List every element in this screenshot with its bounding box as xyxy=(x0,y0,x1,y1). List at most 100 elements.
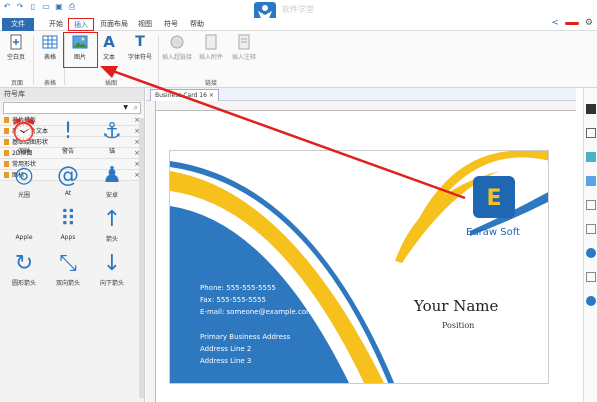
table-button[interactable]: 表格 xyxy=(38,34,62,61)
symbol-icon xyxy=(6,206,42,234)
hyperlink-button[interactable]: 插入超链接 xyxy=(160,34,194,61)
card-phone: Phone: 555-555-5555 xyxy=(200,284,276,292)
quick-access-toolbar: ↶ ↷ ▯ ▭ ▣ ⎙ xyxy=(2,2,77,12)
symbol-item[interactable]: ↓ 向下箭头 xyxy=(94,250,130,287)
help-icon[interactable] xyxy=(586,248,596,258)
symbol-label: 闹钟 xyxy=(17,148,30,155)
search-input[interactable]: ▼ ⌕ xyxy=(3,102,141,114)
symbol-label: 锚 xyxy=(108,148,115,155)
symbol-label: 安卓 xyxy=(105,192,118,199)
symbol-icon: ⤡ xyxy=(59,251,77,276)
chevron-down-icon[interactable]: ▼ xyxy=(123,104,128,111)
image-icon[interactable] xyxy=(586,176,596,186)
menu-view[interactable]: 视图 xyxy=(134,18,156,31)
font-symbol-button[interactable]: T 字体符号 xyxy=(126,34,154,61)
tab-business-card[interactable]: Business Card 16 × xyxy=(150,89,219,101)
card-position: Position xyxy=(442,321,475,330)
symbol-item[interactable]: ⏰ 闹钟 xyxy=(6,118,42,155)
horizontal-ruler xyxy=(156,101,576,111)
card-name: Your Name xyxy=(414,297,499,315)
note-button[interactable]: 插入注释 xyxy=(228,34,260,61)
symbol-item[interactable]: @ At xyxy=(50,162,86,197)
notes-icon[interactable] xyxy=(586,272,596,282)
symbol-label: 双向箭头 xyxy=(55,280,80,287)
symbol-icon: ⏰ xyxy=(10,119,38,144)
symbol-item[interactable]: ! 警告 xyxy=(50,118,86,155)
document-tab-bar: Business Card 16 × xyxy=(146,88,576,101)
group-label-link: 链接 xyxy=(204,80,217,87)
symbol-item[interactable]: Apple xyxy=(6,206,42,241)
symbol-item[interactable]: ⠿ Apps xyxy=(50,206,86,241)
blank-page-button[interactable]: 空白页 xyxy=(4,34,28,61)
menu-help[interactable]: 帮助 xyxy=(186,18,208,31)
table-icon xyxy=(42,34,58,50)
symbol-item[interactable]: ↑ 箭头 xyxy=(94,206,130,243)
symbol-label: Apps xyxy=(60,234,76,241)
sidebar-scrollbar[interactable] xyxy=(139,118,144,398)
panel-title: 符号库 xyxy=(0,88,144,101)
note-icon xyxy=(236,34,252,50)
menu-file[interactable]: 文件 xyxy=(2,18,34,31)
font-symbol-icon: T xyxy=(135,34,145,50)
text-icon: A xyxy=(103,33,115,51)
format-icon[interactable] xyxy=(586,104,596,114)
highlight-box xyxy=(63,32,98,68)
group-label-illustration: 插图 xyxy=(104,80,117,87)
card-email: E-mail: someone@example.com xyxy=(200,308,313,316)
symbol-label: 向下箭头 xyxy=(99,280,124,287)
account-indicator[interactable] xyxy=(564,21,579,25)
menu-bar: 文件 开始 插入 页面布局 视图 符号 帮助 xyxy=(0,18,597,31)
app-title-watermark: 软件学堂 xyxy=(282,5,314,14)
print-icon[interactable]: ⎙ xyxy=(67,2,77,12)
symbol-icon: ! xyxy=(63,119,73,144)
right-toolbar xyxy=(583,88,597,402)
vertical-ruler xyxy=(146,101,156,402)
symbol-icon: ♟ xyxy=(102,163,122,188)
line-icon[interactable] xyxy=(586,128,596,138)
open-icon[interactable]: ▭ xyxy=(41,2,51,12)
page-icon[interactable] xyxy=(586,200,596,210)
blank-page-icon xyxy=(8,34,24,50)
business-card[interactable]: E Phone: 555-555-5555 Fax: 555-555-5555 … xyxy=(169,150,549,384)
text-label: 文本 xyxy=(102,54,115,61)
hyperlink-label: 插入超链接 xyxy=(161,54,192,61)
symbol-icon: @ xyxy=(57,163,79,188)
attachment-label: 插入附件 xyxy=(198,54,223,61)
attachment-button[interactable]: 插入附件 xyxy=(196,34,226,61)
menu-symbol[interactable]: 符号 xyxy=(160,18,182,31)
new-icon[interactable]: ▯ xyxy=(28,2,38,12)
question-icon[interactable] xyxy=(586,296,596,306)
close-icon[interactable]: × xyxy=(209,92,214,99)
layers-icon[interactable] xyxy=(586,224,596,234)
gear-icon[interactable]: ⚙ xyxy=(585,18,593,28)
symbol-icon: ⚓ xyxy=(102,119,122,144)
symbol-label: 箭头 xyxy=(105,236,118,243)
text-button[interactable]: A 文本 xyxy=(96,34,122,61)
symbol-label: 圆形箭头 xyxy=(11,280,36,287)
tab-label: Business Card 16 xyxy=(155,92,207,99)
symbol-item[interactable]: ⚓ 锚 xyxy=(94,118,130,155)
symbol-icon: ⠿ xyxy=(59,207,77,232)
divider xyxy=(33,35,34,85)
symbol-item[interactable]: ⤡ 双向箭头 xyxy=(50,250,86,287)
note-label: 插入注释 xyxy=(231,54,256,61)
menu-page-layout[interactable]: 页面布局 xyxy=(96,18,132,31)
group-label-table: 表格 xyxy=(43,80,56,87)
group-label-page: 页面 xyxy=(10,80,23,87)
menu-insert[interactable]: 插入 xyxy=(68,18,94,31)
card-company: Edraw Soft xyxy=(466,227,520,238)
menu-start[interactable]: 开始 xyxy=(44,18,68,31)
redo-icon[interactable]: ↷ xyxy=(15,2,25,12)
undo-icon[interactable]: ↶ xyxy=(2,2,12,12)
symbol-item[interactable]: ◎ 光圈 xyxy=(6,162,42,199)
divider xyxy=(158,35,159,85)
fill-icon[interactable] xyxy=(586,152,596,162)
symbol-item[interactable]: ♟ 安卓 xyxy=(94,162,130,199)
symbol-label: Apple xyxy=(15,234,33,241)
card-fax: Fax: 555-555-5555 xyxy=(200,296,266,304)
share-icon[interactable]: < xyxy=(551,18,559,28)
save-icon[interactable]: ▣ xyxy=(54,2,64,12)
search-icon[interactable]: ⌕ xyxy=(134,103,138,113)
attachment-icon xyxy=(203,34,219,50)
symbol-item[interactable]: ↻ 圆形箭头 xyxy=(6,250,42,287)
